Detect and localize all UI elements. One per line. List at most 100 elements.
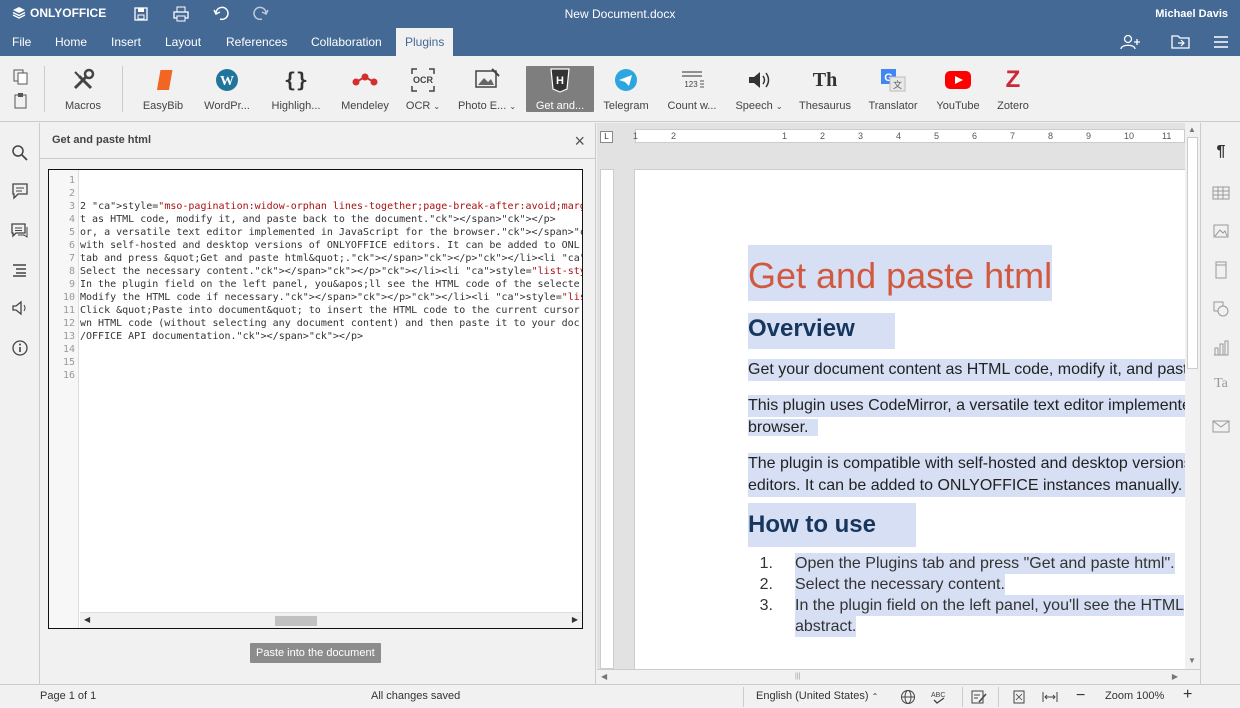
- tab-layout[interactable]: Layout: [157, 28, 209, 56]
- scroll-up-icon[interactable]: ▲: [1188, 125, 1196, 134]
- zoom-level[interactable]: Zoom 100%: [1105, 690, 1164, 702]
- tab-collaboration[interactable]: Collaboration: [303, 28, 390, 56]
- open-location-icon[interactable]: [1170, 33, 1192, 51]
- tab-file[interactable]: File: [4, 28, 39, 56]
- code-line[interactable]: Select the necessary content."ck"></span…: [80, 265, 582, 278]
- code-line[interactable]: /OFFICE API documentation."ck"></span>"c…: [80, 330, 582, 343]
- code-line[interactable]: tab and press &quot;Get and paste html&q…: [80, 252, 582, 265]
- doc-heading-how-to-use[interactable]: How to use: [748, 503, 917, 547]
- chat-icon[interactable]: [10, 221, 30, 241]
- code-line[interactable]: [80, 356, 582, 369]
- vertical-ruler[interactable]: [600, 169, 614, 669]
- plugin-telegram-button[interactable]: Telegram: [600, 66, 652, 114]
- close-icon[interactable]: ×: [574, 131, 585, 152]
- scrollbar-thumb[interactable]: [275, 616, 317, 626]
- html-code-editor[interactable]: 1 2 3 4 5 6 7 8 9 10 11 12 13 14 15 16 2 "ca">style="ms…: [48, 169, 583, 629]
- search-icon[interactable]: [10, 143, 30, 163]
- fit-page-icon[interactable]: [1011, 689, 1027, 705]
- plugin-zotero-button[interactable]: Z Zotero: [992, 66, 1034, 114]
- tab-home[interactable]: Home: [47, 28, 95, 56]
- plugin-thesaurus-button[interactable]: Th Thesaurus: [796, 66, 854, 114]
- paste-into-document-button[interactable]: Paste into the document: [250, 643, 381, 663]
- feedback-icon[interactable]: [10, 298, 30, 318]
- list-item[interactable]: 3. In the plugin field on the left panel,…: [748, 595, 1193, 616]
- chart-settings-icon[interactable]: [1211, 338, 1231, 358]
- code-line[interactable]: [80, 187, 582, 200]
- paragraph-settings-icon[interactable]: ¶: [1211, 143, 1231, 163]
- page-indicator[interactable]: Page 1 of 1: [40, 690, 96, 702]
- document-vertical-scrollbar[interactable]: ▲ ▼: [1185, 123, 1200, 669]
- info-icon[interactable]: [10, 338, 30, 358]
- header-footer-settings-icon[interactable]: [1211, 260, 1231, 280]
- horizontal-ruler[interactable]: 2 1 1 2 3 4 5 6 7 8 9 10 11: [633, 129, 1185, 143]
- plugin-photo-editor-button[interactable]: Photo E... ⌄: [454, 66, 520, 114]
- tab-stop-icon[interactable]: L: [600, 131, 613, 143]
- text-art-settings-icon[interactable]: Ta: [1211, 376, 1231, 396]
- horizontal-scrollbar[interactable]: ◀ ▶: [80, 612, 582, 628]
- code-line[interactable]: [80, 369, 582, 382]
- plugin-easybib-button[interactable]: EasyBib: [136, 66, 190, 114]
- doc-paragraph[interactable]: Get your document content as HTML code, …: [748, 359, 1193, 381]
- list-item[interactable]: 2. Select the necessary content.: [748, 574, 1193, 595]
- plugin-wordpress-button[interactable]: W WordPr...: [198, 66, 256, 114]
- copy-icon[interactable]: [12, 68, 30, 86]
- svg-text:文: 文: [893, 79, 902, 91]
- plugin-count-words-button[interactable]: 123 Count w...: [662, 66, 722, 114]
- plugin-highlight-code-button[interactable]: {} Highligh...: [266, 66, 326, 114]
- document-horizontal-scrollbar[interactable]: ◀ ||| ▶: [597, 669, 1200, 684]
- paste-icon[interactable]: [12, 92, 30, 110]
- doc-heading-overview[interactable]: Overview: [748, 313, 895, 349]
- list-item[interactable]: 1. Open the Plugins tab and press "Get an…: [748, 553, 1193, 574]
- code-line[interactable]: with self-hosted and desktop versions of…: [80, 239, 582, 252]
- plugin-get-and-paste-html-button[interactable]: H Get and...: [526, 66, 594, 112]
- tab-insert[interactable]: Insert: [103, 28, 149, 56]
- code-line[interactable]: Modify the HTML code if necessary."ck"><…: [80, 291, 582, 304]
- hamburger-menu-icon[interactable]: [1210, 33, 1232, 51]
- fit-width-icon[interactable]: [1041, 689, 1059, 705]
- svg-text:H: H: [556, 75, 564, 87]
- code-line[interactable]: wn HTML code (without selecting any docu…: [80, 317, 582, 330]
- code-line[interactable]: [80, 174, 582, 187]
- code-content[interactable]: 2 "ca">style="mso-pagination:widow-orpha…: [80, 174, 582, 604]
- user-name[interactable]: Michael Davis: [1155, 8, 1228, 20]
- plugin-mendeley-button[interactable]: Mendeley: [336, 66, 394, 114]
- doc-paragraph[interactable]: This plugin uses CodeMirror, a versatile…: [748, 395, 1193, 439]
- globe-icon[interactable]: [900, 689, 916, 705]
- document-page[interactable]: Get and paste html Overview Get your doc…: [634, 169, 1194, 684]
- code-line[interactable]: 2 "ca">style="mso-pagination:widow-orpha…: [80, 200, 582, 213]
- plugin-macros-button[interactable]: Macros: [58, 66, 108, 114]
- doc-title-heading[interactable]: Get and paste html: [748, 245, 1053, 301]
- table-settings-icon[interactable]: [1211, 183, 1231, 203]
- scroll-right-icon[interactable]: ▶: [572, 615, 578, 624]
- code-line[interactable]: Click &quot;Paste into document&quot; to…: [80, 304, 582, 317]
- zoom-in-icon[interactable]: +: [1183, 686, 1192, 704]
- doc-paragraph[interactable]: The plugin is compatible with self-hoste…: [748, 453, 1193, 497]
- plugin-translator-button[interactable]: G文 Translator: [864, 66, 922, 114]
- plugin-ocr-button[interactable]: OCR OCR ⌄: [402, 66, 444, 114]
- zoom-out-icon[interactable]: −: [1076, 687, 1085, 705]
- plugin-speech-button[interactable]: Speech ⌄: [732, 66, 786, 114]
- scroll-left-icon[interactable]: ◀: [84, 615, 90, 624]
- scrollbar-grip-icon[interactable]: |||: [795, 673, 813, 681]
- tab-plugins[interactable]: Plugins: [396, 28, 454, 56]
- shape-settings-icon[interactable]: [1211, 299, 1231, 319]
- code-line[interactable]: [80, 343, 582, 356]
- navigation-icon[interactable]: [10, 260, 30, 280]
- code-line[interactable]: or, a versatile text editor implemented …: [80, 226, 582, 239]
- comments-icon[interactable]: [10, 181, 30, 201]
- add-user-icon[interactable]: [1120, 33, 1142, 51]
- spellcheck-icon[interactable]: ABC: [930, 689, 948, 705]
- track-changes-icon[interactable]: [970, 689, 988, 705]
- image-settings-icon[interactable]: [1211, 221, 1231, 241]
- plugin-youtube-button[interactable]: YouTube: [930, 66, 986, 114]
- scrollbar-thumb[interactable]: [1187, 137, 1198, 369]
- language-selector[interactable]: English (United States) ⌃: [756, 690, 878, 702]
- scroll-left-icon[interactable]: ◀: [601, 672, 607, 681]
- scroll-down-icon[interactable]: ▼: [1188, 656, 1196, 665]
- mail-merge-icon[interactable]: [1211, 416, 1231, 436]
- list-item[interactable]: abstract.: [748, 616, 1193, 637]
- code-line[interactable]: In the plugin field on the left panel, y…: [80, 278, 582, 291]
- code-line[interactable]: t as HTML code, modify it, and paste bac…: [80, 213, 582, 226]
- tab-references[interactable]: References: [218, 28, 295, 56]
- scroll-right-icon[interactable]: ▶: [1172, 672, 1178, 681]
